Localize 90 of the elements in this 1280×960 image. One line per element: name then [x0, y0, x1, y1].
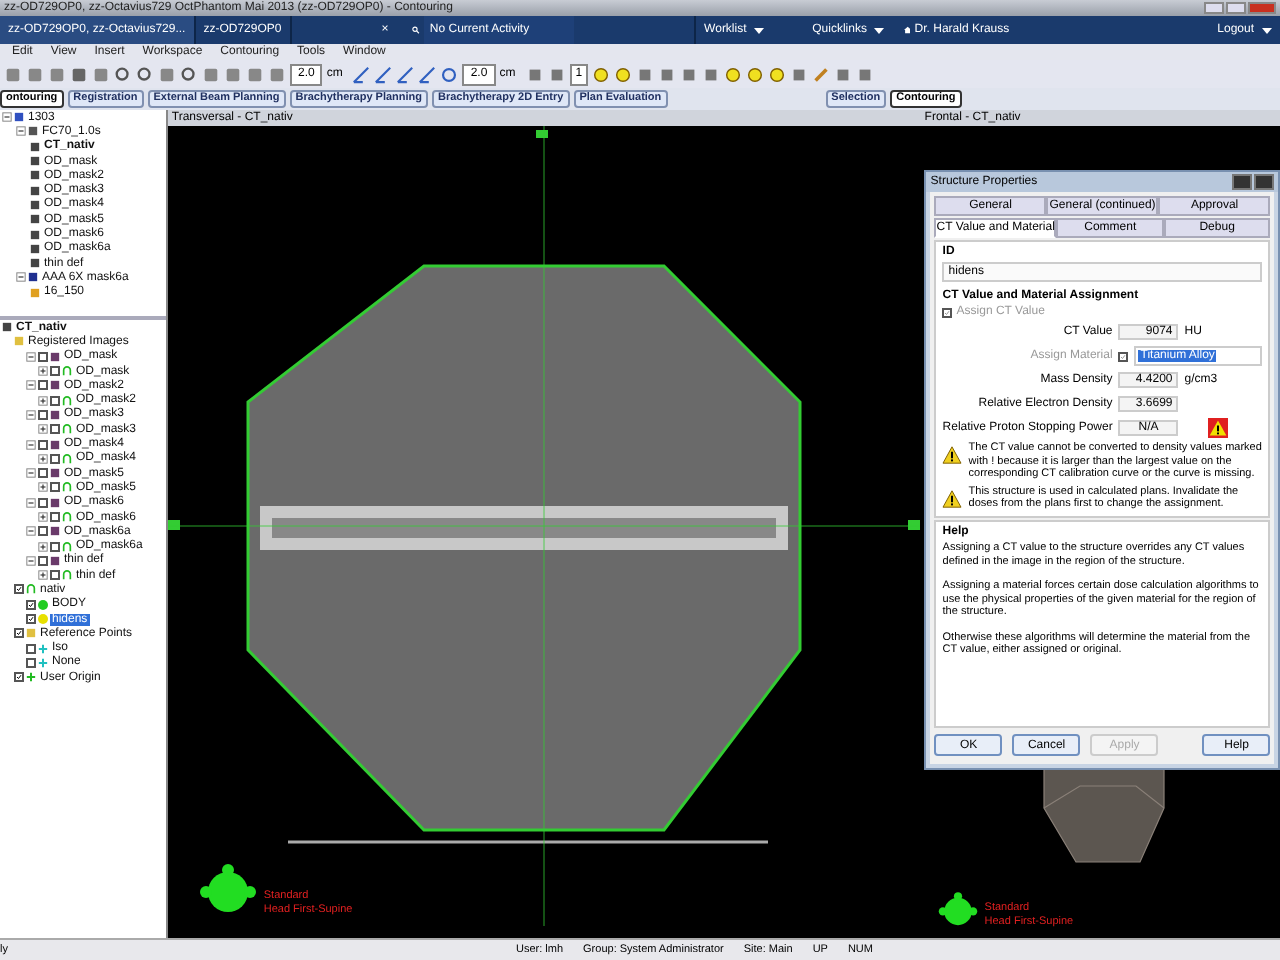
expander-icon[interactable] — [26, 439, 36, 450]
series-icon — [28, 126, 38, 137]
expander-icon[interactable] — [26, 380, 36, 391]
expander-icon[interactable] — [16, 272, 26, 283]
circle-icon[interactable] — [592, 65, 611, 83]
image-set-icon — [50, 468, 60, 479]
warning-icon — [1208, 418, 1229, 438]
structure-set-icon — [62, 570, 72, 581]
visibility-checkbox[interactable] — [38, 380, 48, 391]
circle-icon[interactable] — [768, 65, 787, 83]
expander-icon[interactable] — [38, 570, 48, 581]
structure-set-icon — [62, 453, 72, 464]
visibility-checkbox[interactable] — [14, 628, 24, 639]
visibility-checkbox[interactable] — [50, 512, 60, 522]
folder-icon — [26, 628, 36, 639]
visibility-checkbox[interactable] — [50, 453, 60, 464]
visibility-checkbox[interactable] — [38, 526, 48, 537]
point-icon — [38, 643, 48, 654]
patient-orientation-icon — [195, 862, 260, 918]
visibility-checkbox[interactable] — [50, 424, 60, 435]
expander-icon[interactable] — [38, 424, 48, 435]
visibility-checkbox[interactable] — [14, 672, 24, 683]
expander-icon[interactable] — [38, 395, 48, 406]
expander-icon[interactable] — [38, 453, 48, 464]
expander-icon[interactable] — [26, 468, 36, 479]
visibility-checkbox[interactable] — [14, 584, 24, 595]
expander-icon[interactable] — [26, 351, 36, 362]
circle-icon[interactable] — [440, 65, 459, 83]
expander-icon[interactable] — [38, 541, 48, 552]
caret-icon — [1262, 27, 1272, 33]
expander-icon[interactable] — [16, 126, 26, 137]
image-set-icon — [50, 555, 60, 566]
plan-icon — [28, 272, 38, 283]
warning-icon — [942, 489, 963, 507]
visibility-checkbox[interactable] — [50, 395, 60, 406]
origin-icon — [26, 672, 36, 683]
visibility-checkbox[interactable] — [50, 541, 60, 552]
expander-icon[interactable] — [2, 112, 12, 123]
visibility-checkbox[interactable] — [26, 599, 36, 610]
visibility-checkbox[interactable] — [50, 482, 60, 493]
circle-icon[interactable] — [746, 65, 765, 83]
maximize-button[interactable] — [1232, 174, 1253, 190]
folder-icon — [14, 336, 24, 347]
study-icon — [14, 112, 24, 123]
visibility-checkbox[interactable] — [26, 614, 36, 625]
structure-set-icon — [26, 584, 36, 595]
close-button[interactable] — [1254, 174, 1275, 190]
image-set-icon — [50, 497, 60, 508]
visibility-checkbox[interactable] — [50, 366, 60, 377]
image-set-icon — [50, 526, 60, 537]
dose-icon — [30, 287, 40, 298]
visibility-checkbox[interactable] — [38, 555, 48, 566]
structure-set-icon — [62, 395, 72, 406]
structure-set-icon — [62, 366, 72, 377]
visibility-checkbox[interactable] — [26, 657, 36, 668]
angle-icon[interactable] — [374, 65, 393, 83]
visibility-checkbox[interactable] — [38, 497, 48, 508]
image-set-icon — [50, 351, 60, 362]
structure-set-icon — [62, 482, 72, 493]
expander-icon[interactable] — [26, 526, 36, 537]
expander-icon[interactable] — [26, 555, 36, 566]
visibility-checkbox[interactable] — [38, 351, 48, 362]
visibility-checkbox[interactable] — [38, 439, 48, 450]
image-set-icon — [50, 409, 60, 420]
expander-icon[interactable] — [26, 409, 36, 420]
structure-set-icon — [62, 512, 72, 522]
angle-icon[interactable] — [396, 65, 415, 83]
circle-icon[interactable] — [614, 65, 633, 83]
warning-icon — [942, 446, 963, 464]
visibility-checkbox[interactable] — [38, 409, 48, 420]
minimize-button[interactable] — [1204, 2, 1224, 14]
image-set-icon — [50, 439, 60, 450]
caret-icon — [754, 27, 765, 33]
point-icon — [38, 657, 48, 668]
expander-icon[interactable] — [26, 497, 36, 508]
structure-set-icon — [62, 541, 72, 552]
expander-icon[interactable] — [38, 482, 48, 493]
expander-icon[interactable] — [38, 512, 48, 522]
search-icon[interactable] — [412, 22, 420, 38]
visibility-checkbox[interactable] — [50, 570, 60, 581]
circle-icon[interactable] — [724, 65, 743, 83]
image-icon — [2, 322, 12, 333]
caret-icon — [874, 27, 885, 33]
image-set-icon — [50, 380, 60, 391]
visibility-checkbox[interactable] — [26, 643, 36, 654]
expander-icon[interactable] — [38, 366, 48, 377]
home-icon[interactable] — [903, 22, 911, 38]
patient-orientation-icon — [936, 890, 981, 930]
structure-set-icon — [62, 424, 72, 435]
visibility-checkbox[interactable] — [38, 468, 48, 479]
